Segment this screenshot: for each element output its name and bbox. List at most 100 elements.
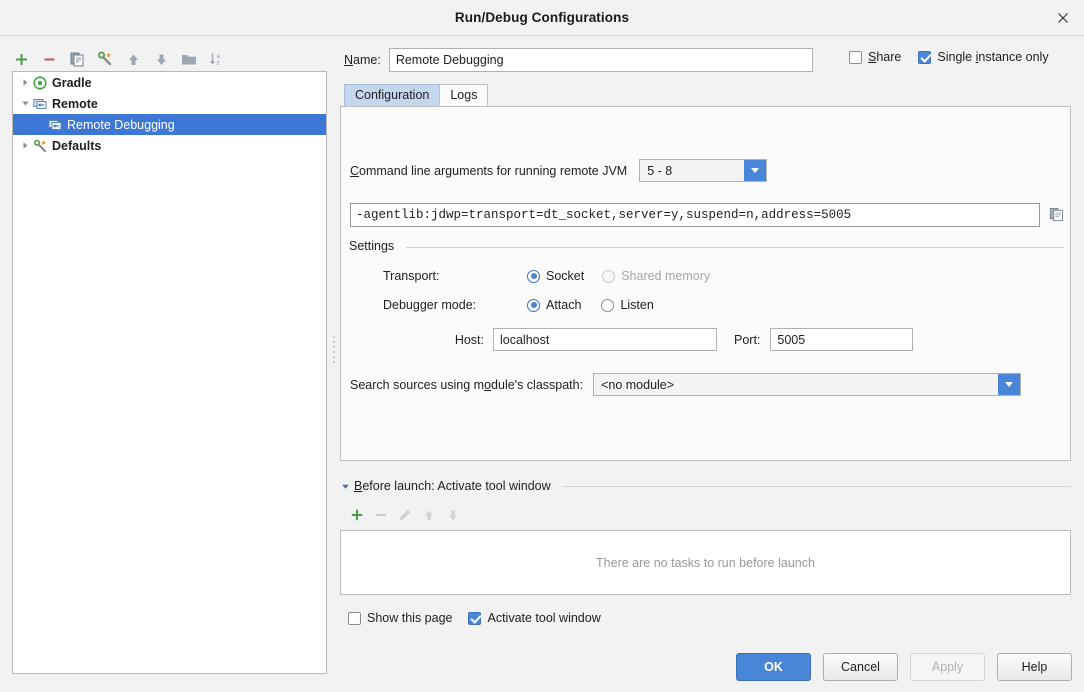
editor-tabs: Configuration Logs [344, 84, 487, 106]
move-task-up-button [420, 506, 438, 524]
share-checkbox[interactable]: Share [849, 50, 901, 64]
chevron-down-icon[interactable] [998, 374, 1020, 395]
expand-collapse-icon[interactable] [19, 139, 32, 152]
debugger-mode-listen-radio[interactable]: Listen [601, 298, 653, 312]
checkbox-box[interactable] [468, 612, 481, 625]
name-label: Name: [344, 53, 381, 67]
cancel-button[interactable]: Cancel [823, 653, 898, 681]
checkbox-box[interactable] [849, 51, 862, 64]
radio-button [602, 270, 615, 283]
before-launch-title: Before launch: Activate tool window [354, 479, 551, 493]
expand-collapse-icon[interactable] [19, 76, 32, 89]
pane-splitter[interactable] [330, 36, 340, 692]
help-button[interactable]: Help [997, 653, 1072, 681]
transport-socket-radio[interactable]: Socket [527, 269, 584, 283]
jvm-version-value: 5 - 8 [647, 164, 672, 178]
create-folder-button[interactable] [176, 47, 202, 71]
apply-button: Apply [910, 653, 985, 681]
transport-label: Transport: [383, 269, 493, 283]
name-input[interactable] [389, 48, 813, 72]
agent-arguments-field[interactable]: -agentlib:jdwp=transport=dt_socket,serve… [350, 203, 1040, 227]
tab-configuration[interactable]: Configuration [344, 84, 440, 106]
sort-configurations-button[interactable]: a z [204, 47, 230, 71]
before-launch-header[interactable]: Before launch: Activate tool window [340, 476, 1071, 496]
search-sources-combobox[interactable]: <no module> [593, 373, 1021, 396]
radio-button[interactable] [527, 270, 540, 283]
debugger-mode-attach-radio[interactable]: Attach [527, 298, 581, 312]
add-configuration-button[interactable] [8, 47, 34, 71]
share-label: Share [868, 50, 901, 64]
tree-item-label: Gradle [52, 76, 92, 90]
jvm-version-combobox[interactable]: 5 - 8 [639, 159, 767, 182]
add-task-button[interactable] [348, 506, 366, 524]
group-divider [406, 247, 1064, 248]
gradle-icon [32, 75, 48, 91]
chevron-down-icon[interactable] [744, 160, 766, 181]
configurations-toolbar: a z [8, 46, 318, 72]
search-sources-value: <no module> [601, 378, 674, 392]
tree-item-defaults[interactable]: Defaults [13, 135, 326, 156]
settings-group-title: Settings [349, 239, 400, 253]
dialog-title: Run/Debug Configurations [455, 10, 629, 25]
tree-item-label: Remote Debugging [67, 118, 175, 132]
debugger-mode-attach-label: Attach [546, 298, 581, 312]
move-down-button[interactable] [148, 47, 174, 71]
radio-button[interactable] [527, 299, 540, 312]
remote-icon [47, 117, 63, 133]
tree-item-remote[interactable]: Remote [13, 93, 326, 114]
remove-task-button [372, 506, 390, 524]
command-line-arguments-label: Command line arguments for running remot… [350, 164, 627, 178]
tree-item-label: Defaults [52, 139, 101, 153]
tree-item-label: Remote [52, 97, 98, 111]
title-bar: Run/Debug Configurations [0, 0, 1084, 36]
svg-text:z: z [217, 59, 220, 66]
command-line-arguments-row: Command line arguments for running remot… [350, 159, 767, 182]
single-instance-only-checkbox[interactable]: Single instance only [918, 50, 1048, 64]
before-launch-section: Before launch: Activate tool window [340, 476, 1071, 625]
expand-collapse-icon[interactable] [19, 97, 32, 110]
debugger-mode-listen-label: Listen [620, 298, 653, 312]
edit-task-button [396, 506, 414, 524]
activate-tool-window-label: Activate tool window [487, 611, 600, 625]
debugger-mode-label: Debugger mode: [383, 298, 493, 312]
defaults-icon [32, 138, 48, 154]
expand-collapse-icon[interactable] [340, 481, 350, 491]
configuration-editor-pane: Name: Share Single instance only Configu… [340, 36, 1084, 692]
configurations-tree[interactable]: Gradle Remote [12, 71, 327, 674]
search-sources-label: Search sources using module's classpath: [350, 378, 583, 392]
section-divider [563, 486, 1071, 487]
before-launch-options: Show this page Activate tool window [340, 611, 1071, 625]
copy-configuration-button[interactable] [64, 47, 90, 71]
copy-to-clipboard-icon[interactable] [1046, 203, 1066, 225]
show-this-page-label: Show this page [367, 611, 452, 625]
transport-row: Transport: Socket Shared memory [383, 269, 710, 283]
configuration-panel: Command line arguments for running remot… [340, 106, 1071, 461]
checkbox-box[interactable] [348, 612, 361, 625]
host-label: Host: [383, 333, 493, 347]
name-row: Name: [344, 48, 813, 72]
tab-logs[interactable]: Logs [439, 84, 488, 106]
host-port-row: Host: Port: [383, 328, 913, 351]
transport-shared-memory-label: Shared memory [621, 269, 710, 283]
before-launch-tasks-list[interactable]: There are no tasks to run before launch [340, 530, 1071, 595]
debugger-mode-row: Debugger mode: Attach Listen [383, 298, 654, 312]
remove-configuration-button[interactable] [36, 47, 62, 71]
checkbox-box[interactable] [918, 51, 931, 64]
tree-item-gradle[interactable]: Gradle [13, 72, 326, 93]
move-task-down-button [444, 506, 462, 524]
top-checkbox-group: Share Single instance only [849, 50, 1049, 64]
port-label: Port: [734, 333, 760, 347]
close-icon[interactable] [1052, 7, 1074, 29]
save-configuration-button[interactable] [92, 47, 118, 71]
ok-button[interactable]: OK [736, 653, 811, 681]
before-launch-toolbar [340, 502, 1071, 528]
host-input[interactable] [493, 328, 717, 351]
empty-state-text: There are no tasks to run before launch [596, 556, 815, 570]
radio-button[interactable] [601, 299, 614, 312]
activate-tool-window-checkbox[interactable]: Activate tool window [468, 611, 600, 625]
port-input[interactable] [770, 328, 913, 351]
show-this-page-checkbox[interactable]: Show this page [348, 611, 452, 625]
search-sources-row: Search sources using module's classpath:… [350, 373, 1021, 396]
move-up-button[interactable] [120, 47, 146, 71]
tree-item-remote-debugging[interactable]: Remote Debugging [13, 114, 326, 135]
